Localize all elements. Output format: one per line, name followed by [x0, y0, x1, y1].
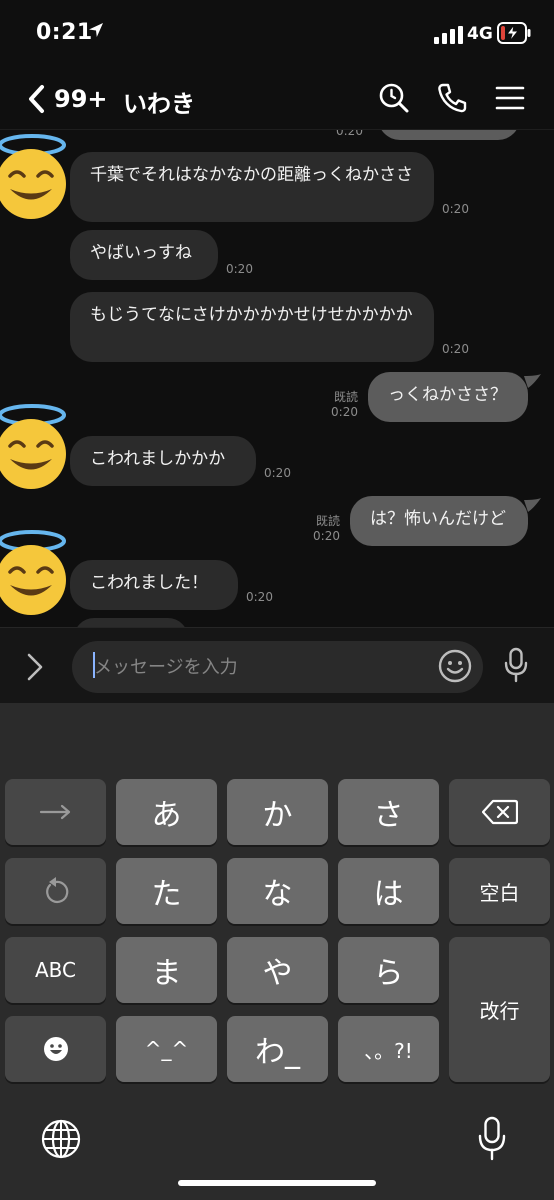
message-bubble-partial[interactable] [74, 618, 188, 627]
key-arrow-right[interactable] [5, 779, 106, 845]
message-time: 0:20 [331, 405, 358, 419]
message-time: 0:20 [246, 590, 273, 604]
message-time: 0:20 [442, 202, 469, 216]
network-type: 4G [467, 24, 493, 44]
chevron-left-icon [29, 85, 44, 113]
key-ma[interactable]: ま [116, 937, 217, 1003]
message-time: 0:20 [336, 130, 363, 138]
chat-title: いわき [123, 90, 195, 118]
status-time: 0:21 [36, 20, 93, 45]
emoji-icon [43, 1037, 68, 1061]
battery-charging-icon [497, 22, 531, 44]
message-bubble[interactable]: こわれました！ [70, 560, 238, 610]
globe-icon[interactable] [40, 1118, 82, 1160]
message-input[interactable] [72, 641, 483, 693]
message-bubble-partial[interactable] [378, 130, 520, 140]
phone-icon[interactable] [436, 82, 468, 114]
message-bubble-outgoing[interactable]: っくねかささ？ [368, 372, 528, 422]
message-bubble[interactable]: もじうてなにさけかかかかせけせかかかか [70, 292, 434, 362]
home-indicator[interactable] [178, 1180, 376, 1186]
key-abc[interactable]: ABC [5, 937, 106, 1003]
avatar-smiling-halo-icon[interactable] [0, 528, 72, 618]
message-bubble[interactable]: こわれましかかか [70, 436, 256, 486]
read-label: 既読 [333, 390, 358, 404]
status-bar: 0:21 4G [0, 0, 554, 68]
key-punctuation[interactable]: 、。?! [338, 1016, 439, 1082]
emoji-icon[interactable] [438, 649, 472, 683]
message-bubble[interactable]: やばいっすね [70, 230, 218, 280]
key-ya[interactable]: や [227, 937, 328, 1003]
bubble-tail [524, 498, 541, 512]
key-a[interactable]: あ [116, 779, 217, 845]
avatar-smiling-halo-icon[interactable] [0, 132, 72, 222]
message-time: 0:20 [226, 262, 253, 276]
search-icon[interactable] [378, 82, 410, 114]
arrow-right-icon [39, 804, 70, 820]
chevron-right-icon[interactable] [24, 652, 46, 682]
back-button[interactable]: 99+ [26, 82, 108, 116]
bubble-tail [524, 374, 541, 388]
key-kaomoji[interactable]: ^_^ [116, 1016, 217, 1082]
key-ka[interactable]: か [227, 779, 328, 845]
key-ha[interactable]: は [338, 858, 439, 924]
mic-icon[interactable] [478, 1116, 506, 1162]
mic-icon[interactable] [503, 647, 529, 683]
key-undo[interactable] [5, 858, 106, 924]
key-return[interactable]: 改行 [449, 937, 550, 1082]
message-time: 0:20 [442, 342, 469, 356]
undo-icon [45, 877, 68, 904]
key-wa[interactable]: わ_ [227, 1016, 328, 1082]
key-na[interactable]: な [227, 858, 328, 924]
chat-message-list[interactable]: 0:20 千葉でそれはなかなかの距離っくねかささ 0:20 やばいっすね 0:2… [0, 130, 554, 627]
key-ra[interactable]: ら [338, 937, 439, 1003]
read-receipt: 既読 0:20 [304, 514, 340, 544]
text-cursor [93, 652, 95, 678]
menu-icon[interactable] [494, 82, 526, 114]
key-ta[interactable]: た [116, 858, 217, 924]
chat-header: 99+ いわき [0, 68, 554, 130]
delete-icon [481, 799, 518, 825]
message-time: 0:20 [313, 529, 340, 543]
location-arrow-icon [89, 23, 103, 37]
key-emoji[interactable] [5, 1016, 106, 1082]
message-bubble[interactable]: 千葉でそれはなかなかの距離っくねかささ [70, 152, 434, 222]
read-label: 既読 [315, 514, 340, 528]
key-delete[interactable] [449, 779, 550, 845]
signal-bars-icon [434, 26, 463, 44]
key-sa[interactable]: さ [338, 779, 439, 845]
key-space[interactable]: 空白 [449, 858, 550, 924]
message-time: 0:20 [264, 466, 291, 480]
unread-count: 99+ [54, 85, 108, 113]
read-receipt: 既読 0:20 [322, 390, 358, 420]
avatar-smiling-halo-icon[interactable] [0, 402, 72, 492]
message-bubble-outgoing[interactable]: は？怖いんだけど [350, 496, 528, 546]
